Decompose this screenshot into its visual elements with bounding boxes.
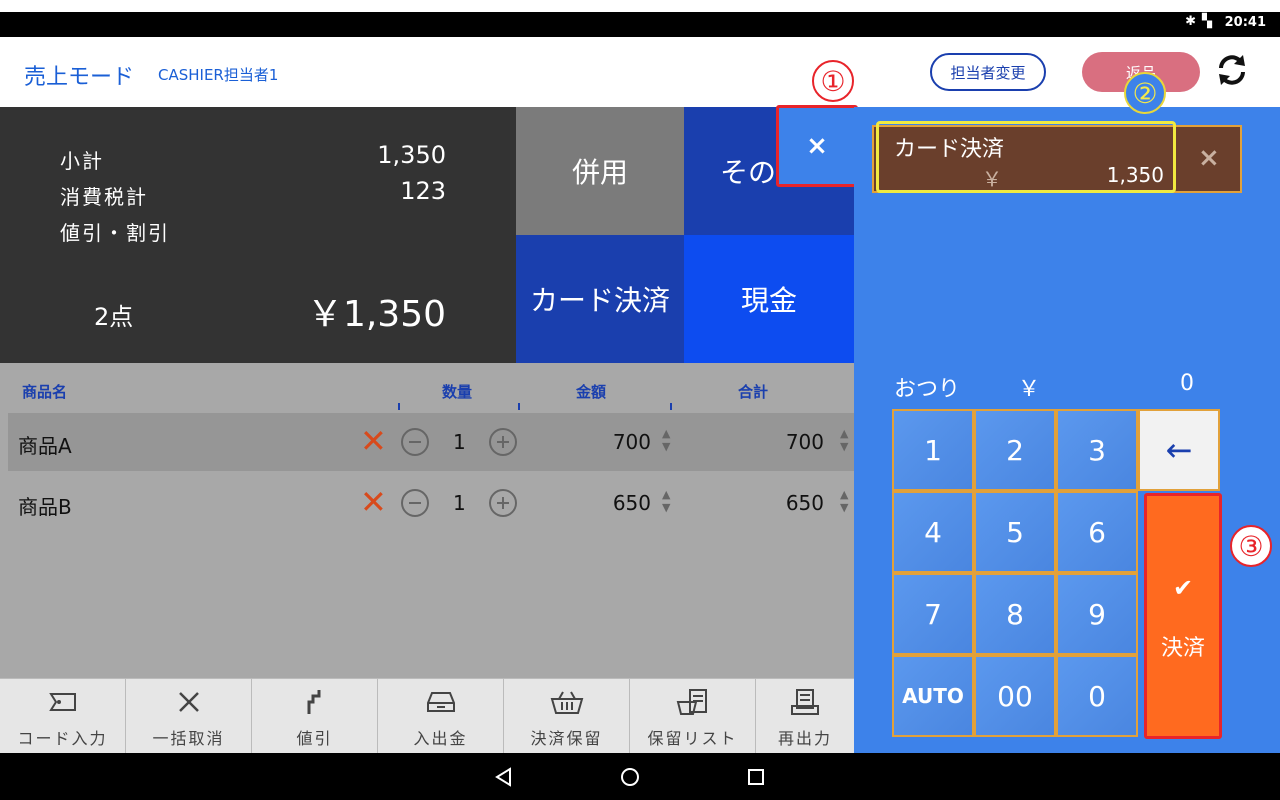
header-qty: 数量 <box>442 383 473 401</box>
cash-payment-button[interactable]: 現金 <box>684 235 854 363</box>
hold-list-icon <box>630 687 755 717</box>
change-staff-button[interactable]: 担当者変更 <box>930 53 1046 91</box>
decrease-qty-icon[interactable] <box>400 427 430 461</box>
settle-label: 決済 <box>1160 636 1205 661</box>
payment-panel: カード決済 ￥ 1,350 × おつり ￥ 0 1 2 3 ← 4 5 6 7 … <box>854 107 1280 753</box>
combined-payment-button[interactable]: 併用 <box>516 107 684 235</box>
change-label: おつり <box>894 377 961 402</box>
subtotal-label: 小計 <box>60 149 104 173</box>
delete-item-icon[interactable]: ✕ <box>360 486 387 518</box>
key-6[interactable]: 6 <box>1056 491 1138 573</box>
item-name: 商品B <box>18 495 72 519</box>
change-currency: ￥ <box>1018 377 1041 402</box>
key-0[interactable]: 0 <box>1056 655 1138 737</box>
close-button[interactable]: × <box>779 108 855 184</box>
decrease-qty-icon[interactable] <box>400 488 430 522</box>
key-4[interactable]: 4 <box>892 491 974 573</box>
cash-in-out-button[interactable]: 入出金 <box>378 679 504 754</box>
check-icon: ✔ <box>1172 574 1194 602</box>
drawer-icon <box>378 687 503 717</box>
total-sort-icon[interactable]: ▲ ▼ <box>840 488 848 514</box>
receipt-icon <box>756 687 854 717</box>
key-1[interactable]: 1 <box>892 409 974 491</box>
tax-value: 123 <box>400 177 446 205</box>
item-total: 650 <box>785 491 824 515</box>
key-3[interactable]: 3 <box>1056 409 1138 491</box>
annotation-1: ① <box>812 60 854 102</box>
key-9[interactable]: 9 <box>1056 573 1138 655</box>
cashier-name: CASHIER担当者1 <box>158 66 279 84</box>
settle-button[interactable]: ✔ 決済 <box>1144 493 1222 739</box>
hold-payment-button[interactable]: 決済保留 <box>504 679 630 754</box>
annotation-2: ② <box>1124 72 1166 114</box>
payment-method-label: カード決済 <box>894 137 1005 162</box>
delete-item-icon[interactable]: ✕ <box>360 425 387 457</box>
item-qty: 1 <box>453 491 466 515</box>
tax-label: 消費税計 <box>60 185 148 209</box>
key-5[interactable]: 5 <box>974 491 1056 573</box>
bluetooth-icon: ✱ <box>1185 14 1202 29</box>
key-00[interactable]: 00 <box>974 655 1056 737</box>
void-all-button[interactable]: 一括取消 <box>126 679 252 754</box>
card-payment-button[interactable]: カード決済 <box>516 235 684 363</box>
header-name: 商品名 <box>22 383 68 401</box>
increase-qty-icon[interactable] <box>488 427 518 461</box>
subtotal-value: 1,350 <box>377 141 446 169</box>
discount-button[interactable]: 値引 <box>252 679 378 754</box>
home-icon[interactable] <box>620 767 640 791</box>
item-price: 700 <box>612 430 651 454</box>
item-count: 2点 <box>94 303 134 331</box>
table-row[interactable]: 商品B ✕ 1 650 ▲ ▼ 650 ▲ ▼ <box>8 474 854 532</box>
remove-payment-button[interactable]: × <box>1198 143 1220 173</box>
increase-qty-icon[interactable] <box>488 488 518 522</box>
discount-stairs-icon <box>252 687 377 717</box>
key-2[interactable]: 2 <box>974 409 1056 491</box>
discount-label: 値引・割引 <box>60 221 170 245</box>
recents-icon[interactable] <box>746 767 766 791</box>
item-qty: 1 <box>453 430 466 454</box>
sales-summary: 小計 1,350 消費税計 123 値引・割引 2点 ￥1,350 <box>0 107 516 363</box>
change-amount: 0 <box>1180 371 1194 396</box>
key-8[interactable]: 8 <box>974 573 1056 655</box>
app-bar: 売上モード CASHIER担当者1 担当者変更 返品 <box>0 37 1280 107</box>
item-total: 700 <box>785 430 824 454</box>
tag-icon <box>0 687 125 717</box>
bottom-toolbar: コード入力 一括取消 値引 入出金 決済保留 保留リスト 再出力 <box>0 678 854 754</box>
item-table: 商品名 数量 金額 合計 商品A ✕ 1 700 ▲ ▼ 700 ▲ ▼ 商品B ✕… <box>0 363 854 678</box>
no-sim-icon: ▚ <box>1202 14 1218 29</box>
total-sort-icon[interactable]: ▲ ▼ <box>840 427 848 453</box>
price-sort-icon[interactable]: ▲ ▼ <box>662 427 670 453</box>
status-bar: ✱▚ 20:41 <box>0 0 1280 37</box>
refresh-icon[interactable] <box>1212 50 1252 90</box>
code-input-button[interactable]: コード入力 <box>0 679 126 754</box>
price-sort-icon[interactable]: ▲ ▼ <box>662 488 670 514</box>
key-7[interactable]: 7 <box>892 573 974 655</box>
item-name: 商品A <box>18 434 72 458</box>
system-nav-bar <box>0 753 1280 800</box>
key-auto[interactable]: AUTO <box>892 655 974 737</box>
header-total: 合計 <box>738 383 769 401</box>
total-amount: ￥1,350 <box>306 294 446 335</box>
table-row[interactable]: 商品A ✕ 1 700 ▲ ▼ 700 ▲ ▼ <box>8 413 854 471</box>
page-title: 売上モード <box>24 65 135 90</box>
reprint-button[interactable]: 再出力 <box>756 679 854 754</box>
backspace-key[interactable]: ← <box>1138 409 1220 491</box>
back-icon[interactable] <box>494 767 514 791</box>
item-price: 650 <box>612 491 651 515</box>
status-clock: 20:41 <box>1224 15 1266 30</box>
close-icon <box>126 687 251 717</box>
status-icons: ✱▚ <box>1185 14 1218 29</box>
annotation-3: ③ <box>1230 525 1272 567</box>
header-price: 金額 <box>576 383 607 401</box>
payment-currency: ￥ <box>982 167 1002 191</box>
payment-entry[interactable]: カード決済 ￥ 1,350 × <box>872 121 1242 193</box>
hold-list-button[interactable]: 保留リスト <box>630 679 756 754</box>
payment-amount: 1,350 <box>1106 163 1164 187</box>
basket-icon <box>504 687 629 717</box>
